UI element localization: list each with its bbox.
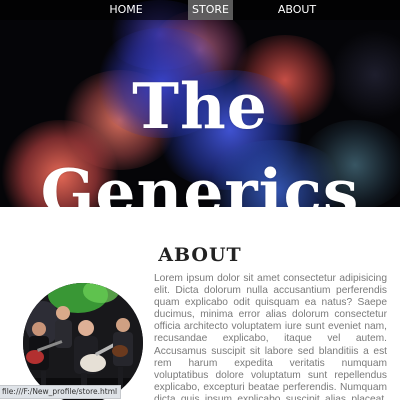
page: HOME STORE ABOUT The Generics ABOUT Lore… bbox=[0, 0, 400, 400]
band-name-line-2: Generics bbox=[40, 155, 360, 207]
top-nav: HOME STORE ABOUT bbox=[0, 0, 400, 20]
nav-about-link[interactable]: ABOUT bbox=[268, 0, 326, 20]
about-heading: ABOUT bbox=[158, 243, 242, 266]
nav-home-link[interactable]: HOME bbox=[103, 0, 149, 20]
about-body-text: Lorem ipsum dolor sit amet consectetur a… bbox=[154, 273, 387, 400]
band-photo-image bbox=[23, 283, 143, 400]
nav-store-link[interactable]: STORE bbox=[188, 0, 233, 20]
band-photo bbox=[23, 283, 143, 400]
band-name-line-1: The bbox=[132, 69, 268, 144]
status-bar-url: file:///F:/New_profile/store.html bbox=[0, 385, 122, 399]
hero-banner: HOME STORE ABOUT The Generics bbox=[0, 0, 400, 207]
